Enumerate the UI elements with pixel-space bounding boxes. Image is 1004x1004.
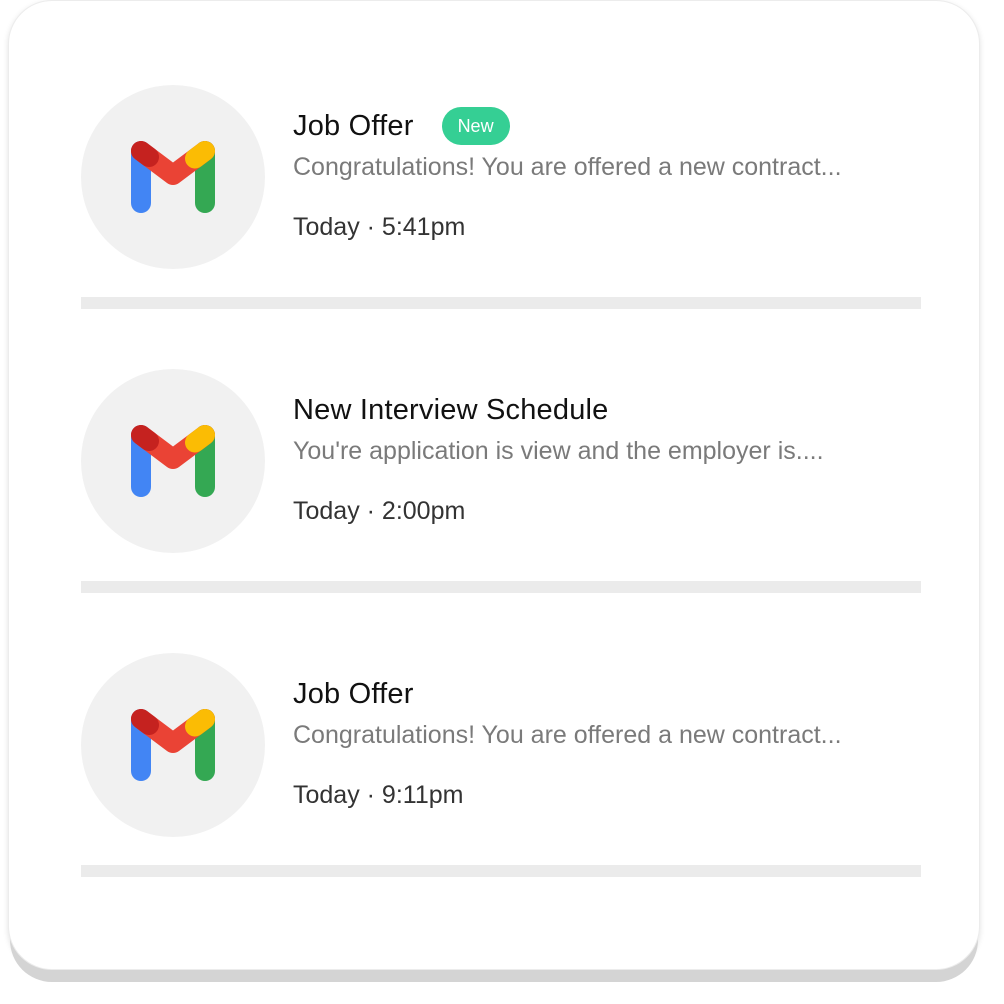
gmail-icon xyxy=(131,709,215,781)
title-row: New Interview Schedule xyxy=(293,389,609,431)
notification-title: Job Offer xyxy=(293,109,414,142)
notification-preview: Congratulations! You are offered a new c… xyxy=(293,153,842,181)
notification-title: New Interview Schedule xyxy=(293,393,609,426)
notification-time: Today · 9:11pm xyxy=(293,781,464,809)
notification-item[interactable]: Job Offer Congratulations! You are offer… xyxy=(9,569,979,877)
avatar xyxy=(81,369,265,553)
new-badge: New xyxy=(441,107,510,145)
avatar xyxy=(81,653,265,837)
notification-card: Job Offer New Congratulations! You are o… xyxy=(8,0,980,970)
notification-preview: Congratulations! You are offered a new c… xyxy=(293,721,842,749)
notification-preview: You're application is view and the emplo… xyxy=(293,437,824,465)
notification-time: Today · 5:41pm xyxy=(293,213,466,241)
gmail-icon xyxy=(131,425,215,497)
notification-time: Today · 2:00pm xyxy=(293,497,466,525)
notification-title: Job Offer xyxy=(293,677,414,710)
divider xyxy=(81,865,921,877)
gmail-icon xyxy=(131,141,215,213)
notification-item[interactable]: Job Offer New Congratulations! You are o… xyxy=(9,1,979,309)
notification-item[interactable]: New Interview Schedule You're applicatio… xyxy=(9,285,979,593)
title-row: Job Offer New xyxy=(293,105,510,147)
avatar xyxy=(81,85,265,269)
title-row: Job Offer xyxy=(293,673,414,715)
